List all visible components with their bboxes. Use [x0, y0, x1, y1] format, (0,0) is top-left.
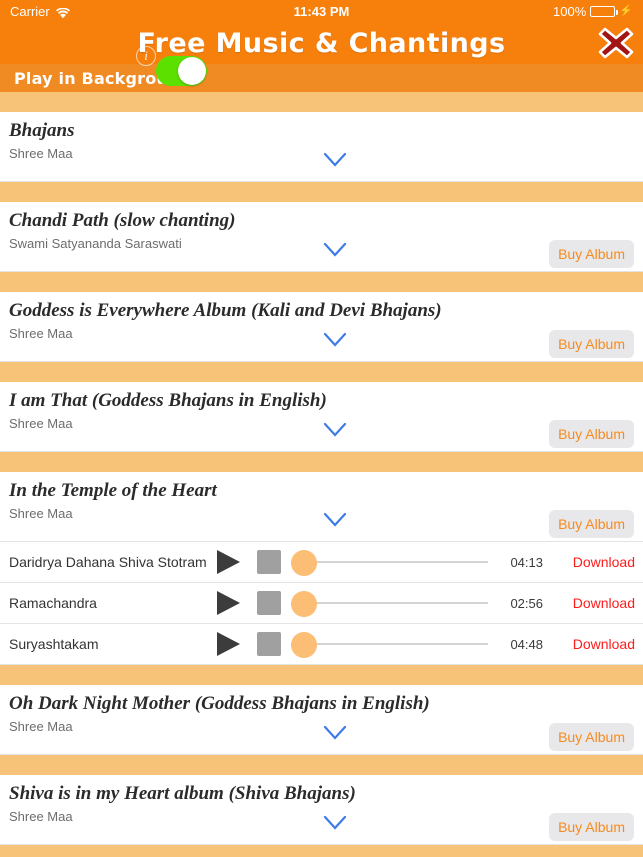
album-expand-chevron[interactable] — [322, 813, 348, 833]
stop-button[interactable] — [257, 591, 281, 615]
stop-button[interactable] — [257, 550, 281, 574]
album-expand-chevron[interactable] — [322, 723, 348, 743]
section-separator-band — [0, 182, 643, 202]
slider-knob[interactable] — [291, 550, 317, 576]
play-triangle-icon — [217, 591, 240, 615]
track-row[interactable]: Ramachandra 02:56 Download — [0, 583, 643, 624]
play-button[interactable] — [214, 590, 242, 616]
track-name: Daridrya Dahana Shiva Stotram — [9, 554, 207, 570]
album-row[interactable]: In the Temple of the Heart Shree Maa Buy A… — [0, 472, 643, 542]
track-name: Suryashtakam — [9, 636, 99, 652]
status-bar-right: 100% ⚡ — [553, 4, 633, 19]
chevron-down-icon — [323, 152, 347, 167]
section-separator-band — [0, 362, 643, 382]
chevron-down-icon — [323, 242, 347, 257]
close-button[interactable] — [597, 24, 635, 62]
section-separator-band — [0, 92, 643, 112]
track-row[interactable]: Suryashtakam 04:48 Download — [0, 624, 643, 665]
album-title: Chandi Path (slow chanting) — [9, 210, 236, 231]
slider-knob[interactable] — [291, 591, 317, 617]
album-expand-chevron[interactable] — [322, 240, 348, 260]
album-row[interactable]: Chandi Path (slow chanting) Swami Satyana… — [0, 202, 643, 272]
section-separator-band — [0, 665, 643, 685]
album-expand-chevron[interactable] — [322, 420, 348, 440]
page-title: Free Music & Chantings — [137, 27, 506, 59]
nav-bar: Free Music & Chantings — [0, 22, 643, 64]
section-separator-band — [0, 755, 643, 775]
chevron-down-icon — [323, 332, 347, 347]
download-link[interactable]: Download — [573, 636, 635, 652]
buy-album-button[interactable]: Buy Album — [549, 510, 634, 538]
track-progress-slider[interactable] — [291, 549, 488, 576]
album-row[interactable]: Shiva is in my Heart album (Shiva Bhajan… — [0, 775, 643, 845]
track-progress-slider[interactable] — [291, 631, 488, 658]
slider-track — [304, 561, 488, 563]
close-x-icon — [598, 27, 634, 59]
battery-icon — [590, 5, 619, 17]
status-bar-time: 11:43 PM — [293, 3, 350, 19]
album-title: Goddess is Everywhere Album (Kali and De… — [9, 300, 442, 321]
album-row[interactable]: Goddess is Everywhere Album (Kali and De… — [0, 292, 643, 362]
chevron-down-icon — [323, 422, 347, 437]
download-link[interactable]: Download — [573, 595, 635, 611]
section-separator-band — [0, 272, 643, 292]
album-expand-chevron[interactable] — [322, 510, 348, 530]
battery-percent-label: 100% — [553, 3, 587, 19]
buy-album-button[interactable]: Buy Album — [549, 723, 634, 751]
album-expand-chevron[interactable] — [322, 150, 348, 170]
album-title: Shiva is in my Heart album (Shiva Bhajan… — [9, 783, 356, 804]
download-link[interactable]: Download — [573, 554, 635, 570]
album-expand-chevron[interactable] — [322, 330, 348, 350]
buy-album-button[interactable]: Buy Album — [549, 420, 634, 448]
track-name: Ramachandra — [9, 595, 97, 611]
play-in-background-bar: Play in Background — [0, 64, 643, 92]
track-duration: 02:56 — [510, 595, 543, 611]
track-duration: 04:13 — [510, 554, 543, 570]
album-row[interactable]: Bhajans Shree Maa — [0, 112, 643, 182]
play-button[interactable] — [214, 549, 242, 575]
lightning-bolt-icon: ⚡ — [619, 4, 633, 17]
buy-album-button[interactable]: Buy Album — [549, 330, 634, 358]
status-bar-left: Carrier — [10, 4, 70, 19]
toggle-knob — [178, 57, 206, 85]
track-progress-slider[interactable] — [291, 590, 488, 617]
album-row[interactable]: I am That (Goddess Bhajans in English) Sh… — [0, 382, 643, 452]
chevron-down-icon — [323, 512, 347, 527]
section-separator-band — [0, 452, 643, 472]
app-root: Carrier 11:43 PM 100% ⚡ Free Music & Cha… — [0, 0, 643, 857]
buy-album-button[interactable]: Buy Album — [549, 240, 634, 268]
play-button[interactable] — [214, 631, 242, 657]
stop-button[interactable] — [257, 632, 281, 656]
slider-track — [304, 643, 488, 645]
album-title: In the Temple of the Heart — [9, 480, 217, 501]
play-in-background-toggle[interactable] — [156, 56, 207, 86]
status-bar: Carrier 11:43 PM 100% ⚡ — [0, 0, 643, 22]
wifi-icon — [55, 7, 70, 18]
album-title: I am That (Goddess Bhajans in English) — [9, 390, 327, 411]
play-triangle-icon — [217, 550, 240, 574]
album-list[interactable]: Bhajans Shree Maa Chandi Path (slow chanti… — [0, 92, 643, 857]
info-glyph: i — [144, 48, 148, 63]
chevron-down-icon — [323, 725, 347, 740]
slider-track — [304, 602, 488, 604]
album-title: Bhajans — [9, 120, 75, 141]
carrier-label: Carrier — [10, 3, 50, 19]
info-circle-icon[interactable]: i — [136, 46, 156, 66]
chevron-down-icon — [323, 815, 347, 830]
track-duration: 04:48 — [510, 636, 543, 652]
section-separator-band — [0, 845, 643, 857]
track-row[interactable]: Daridrya Dahana Shiva Stotram 04:13 Downlo… — [0, 542, 643, 583]
buy-album-button[interactable]: Buy Album — [549, 813, 634, 841]
play-triangle-icon — [217, 632, 240, 656]
album-title: Oh Dark Night Mother (Goddess Bhajans in… — [9, 693, 430, 714]
slider-knob[interactable] — [291, 632, 317, 658]
album-row[interactable]: Oh Dark Night Mother (Goddess Bhajans in… — [0, 685, 643, 755]
